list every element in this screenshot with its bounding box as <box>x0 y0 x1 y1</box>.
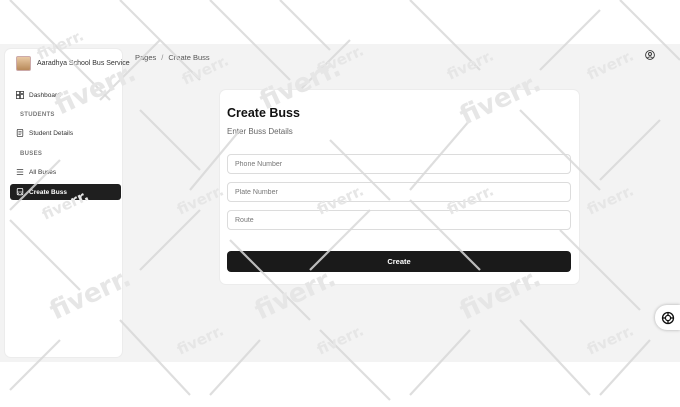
sidebar-item-dashboard[interactable]: Dashboard <box>10 87 121 103</box>
breadcrumb-current: Create Buss <box>168 53 210 62</box>
list-icon <box>16 169 24 175</box>
brand: Aaradhya School Bus Service <box>16 56 130 71</box>
section-label-buses: BUSES <box>20 151 43 157</box>
phone-number-input[interactable] <box>227 154 571 174</box>
create-button[interactable]: Create <box>227 251 571 272</box>
page-title: Create Buss <box>227 106 300 120</box>
breadcrumb: Pages / Create Buss <box>135 53 210 62</box>
chat-icon <box>661 311 674 324</box>
plate-number-input[interactable] <box>227 182 571 202</box>
user-icon[interactable] <box>645 50 655 60</box>
sidebar-item-label: Student Details <box>29 129 74 137</box>
sidebar: Aaradhya School Bus Service Dashboard ST… <box>5 49 130 357</box>
section-label-students: STUDENTS <box>20 112 55 118</box>
sidebar-item-student-details[interactable]: Student Details <box>10 125 121 141</box>
bus-icon <box>16 188 24 196</box>
sidebar-item-label: Create Buss <box>29 188 67 196</box>
sidebar-item-all-buses[interactable]: All Buses <box>10 164 121 180</box>
dashboard-icon <box>16 91 24 99</box>
sidebar-item-label: All Buses <box>29 168 57 176</box>
brand-name: Aaradhya School Bus Service <box>37 60 130 67</box>
sidebar-item-label: Dashboard <box>29 91 61 99</box>
breadcrumb-pages-link[interactable]: Pages <box>135 53 156 62</box>
chat-widget-button[interactable] <box>655 305 680 330</box>
route-input[interactable] <box>227 210 571 230</box>
create-buss-card: Create Buss Enter Buss Details Create <box>220 90 579 284</box>
brand-logo <box>16 56 31 71</box>
student-icon <box>16 129 24 137</box>
breadcrumb-separator: / <box>161 53 164 62</box>
sidebar-item-create-buss[interactable]: Create Buss <box>10 184 121 200</box>
page-subtitle: Enter Buss Details <box>227 127 293 136</box>
